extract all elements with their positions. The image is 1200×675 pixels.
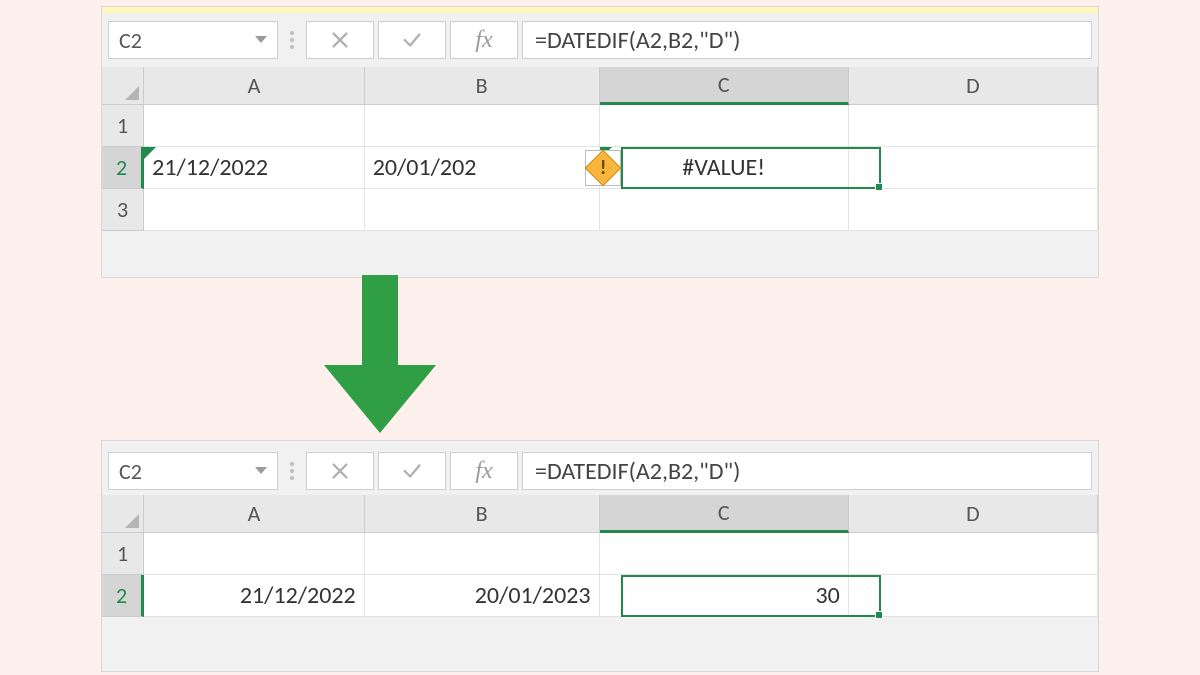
formula-bar-grip-icon[interactable] — [282, 462, 302, 480]
col-header-A[interactable]: A — [144, 495, 364, 533]
check-icon — [401, 29, 423, 51]
row-2: 2 21/12/2022 20/01/2023 30 — [102, 575, 1098, 617]
fx-icon: fx — [475, 458, 492, 485]
formula-text: =DATEDIF(A2,B2,"D") — [535, 26, 740, 55]
select-all-corner[interactable] — [102, 495, 144, 533]
x-icon — [329, 460, 351, 482]
cell-D2[interactable] — [849, 147, 1098, 189]
row-header-2[interactable]: 2 — [102, 147, 144, 189]
col-header-C[interactable]: C — [600, 67, 849, 105]
cell-A1[interactable] — [144, 105, 365, 147]
formula-input[interactable]: =DATEDIF(A2,B2,"D") — [522, 452, 1092, 490]
column-headers: A B C D — [102, 67, 1098, 105]
row-header-1[interactable]: 1 — [102, 533, 144, 575]
cell-A1[interactable] — [144, 533, 365, 575]
col-header-C[interactable]: C — [600, 495, 849, 533]
name-box[interactable]: C2 — [108, 452, 278, 490]
col-header-B[interactable]: B — [365, 495, 600, 533]
excel-top-frame: C2 fx =DATEDIF(A2,B2,"D") A B C D 1 — [101, 6, 1099, 278]
col-header-A[interactable]: A — [144, 67, 364, 105]
cell-B1[interactable] — [365, 105, 600, 147]
formula-bar-grip-icon[interactable] — [282, 31, 302, 49]
cell-B2[interactable]: 20/01/202 — [365, 147, 600, 189]
cell-B2[interactable]: 20/01/2023 — [365, 575, 600, 617]
cell-C1[interactable] — [600, 533, 849, 575]
cell-D3[interactable] — [849, 189, 1098, 231]
cell-C1[interactable] — [600, 105, 849, 147]
name-box[interactable]: C2 — [108, 21, 278, 59]
x-icon — [329, 29, 351, 51]
cell-D1[interactable] — [849, 105, 1098, 147]
cancel-button[interactable] — [306, 21, 374, 59]
formula-input[interactable]: =DATEDIF(A2,B2,"D") — [522, 21, 1092, 59]
insert-function-button[interactable]: fx — [450, 21, 518, 59]
warning-icon: ! — [588, 153, 618, 183]
excel-bottom-frame: C2 fx =DATEDIF(A2,B2,"D") A B C D 1 — [101, 440, 1099, 672]
cell-C2[interactable]: 30 — [600, 575, 849, 617]
cell-C2[interactable]: #VALUE! — [600, 147, 849, 189]
cell-C3[interactable] — [600, 189, 849, 231]
cell-A2[interactable]: 21/12/2022 — [144, 575, 365, 617]
cell-A2[interactable]: 21/12/2022 — [144, 147, 365, 189]
insert-function-button[interactable]: fx — [450, 452, 518, 490]
cell-D2[interactable] — [849, 575, 1098, 617]
sheet-grid: A B C D 1 2 21/12/2022 20/01/2023 30 — [102, 495, 1098, 617]
name-box-value: C2 — [119, 27, 142, 54]
row-header-1[interactable]: 1 — [102, 105, 144, 147]
formula-text: =DATEDIF(A2,B2,"D") — [535, 457, 740, 486]
error-smart-tag[interactable]: ! — [585, 150, 621, 186]
name-box-dropdown-icon[interactable] — [255, 467, 267, 474]
cancel-button[interactable] — [306, 452, 374, 490]
row-header-2[interactable]: 2 — [102, 575, 144, 617]
col-header-D[interactable]: D — [849, 495, 1098, 533]
name-box-value: C2 — [119, 458, 142, 485]
row-1: 1 — [102, 105, 1098, 147]
fx-icon: fx — [475, 27, 492, 54]
col-header-B[interactable]: B — [365, 67, 600, 105]
enter-button[interactable] — [378, 21, 446, 59]
sheet-grid: A B C D 1 2 21/12/2022 20/01/202 #VALUE!… — [102, 67, 1098, 231]
cell-B3[interactable] — [365, 189, 600, 231]
select-all-corner[interactable] — [102, 67, 144, 105]
check-icon — [401, 460, 423, 482]
enter-button[interactable] — [378, 452, 446, 490]
green-arrow-icon — [320, 275, 440, 435]
name-box-dropdown-icon[interactable] — [255, 36, 267, 43]
col-header-D[interactable]: D — [849, 67, 1098, 105]
column-headers: A B C D — [102, 495, 1098, 533]
cell-A3[interactable] — [144, 189, 365, 231]
formula-bar: C2 fx =DATEDIF(A2,B2,"D") — [102, 13, 1098, 67]
row-1: 1 — [102, 533, 1098, 575]
cell-D1[interactable] — [849, 533, 1098, 575]
row-3: 3 — [102, 189, 1098, 231]
formula-bar: C2 fx =DATEDIF(A2,B2,"D") — [102, 441, 1098, 495]
cell-B1[interactable] — [365, 533, 600, 575]
row-header-3[interactable]: 3 — [102, 189, 144, 231]
